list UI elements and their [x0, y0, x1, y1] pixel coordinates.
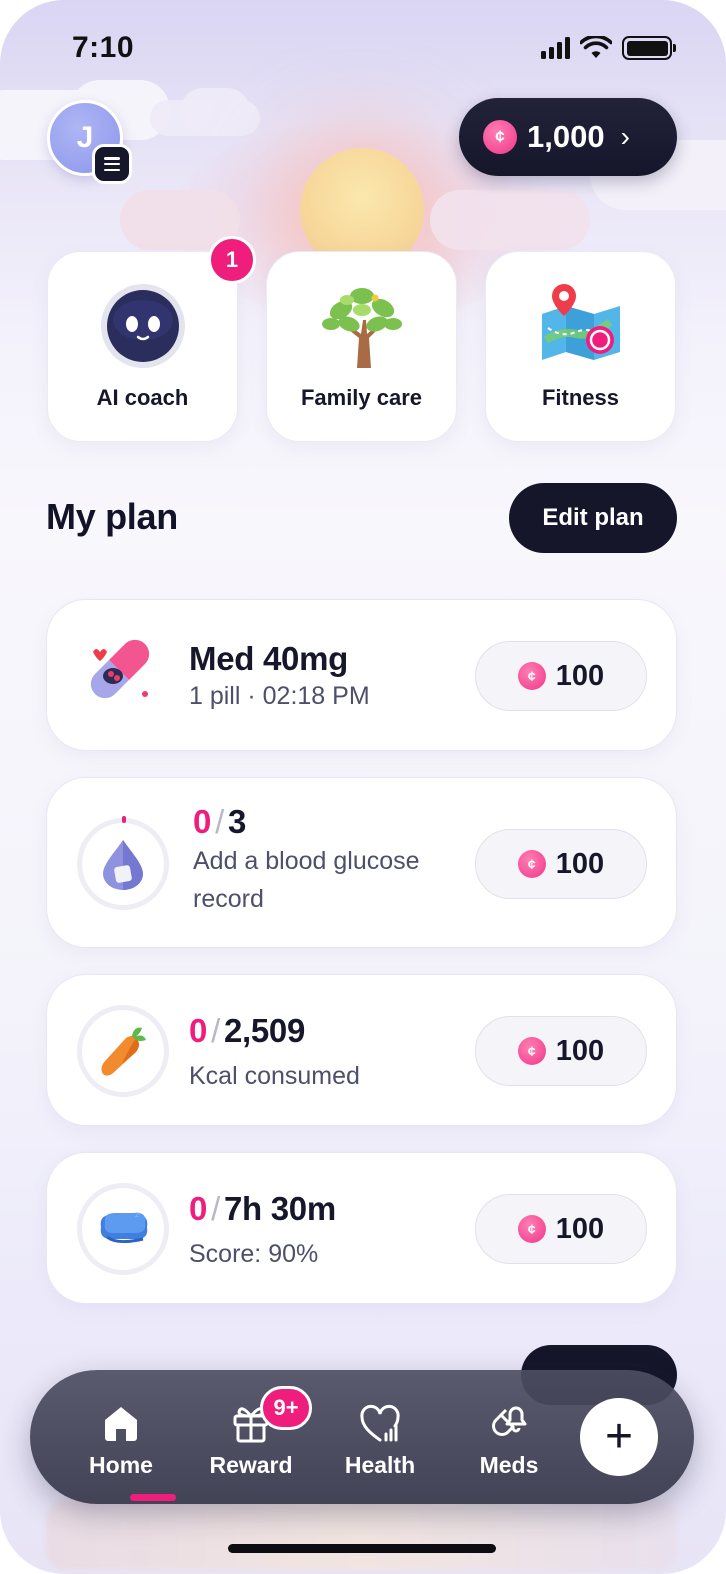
chevron-right-icon: ›	[620, 121, 630, 152]
reward-value: 100	[555, 1212, 605, 1245]
wifi-icon	[580, 36, 612, 58]
heart-chart-icon	[360, 1404, 400, 1442]
status-icons	[541, 36, 676, 60]
nav-label: Reward	[209, 1452, 293, 1478]
reward-button[interactable]: ¢ 100	[475, 1016, 647, 1086]
coin-icon: ¢	[517, 1215, 546, 1243]
tile-label: Family care	[300, 385, 423, 410]
plan-item-subtitle: Score: 90%	[189, 1240, 319, 1268]
progress-current: 0	[189, 1012, 208, 1049]
progress-ring	[77, 816, 169, 910]
app-screen: 7:10 J ¢ 1,000 › AI coach 1 Family care …	[0, 0, 726, 1574]
coin-icon: ¢	[483, 120, 517, 154]
plan-item-subtitle: Add a blood glucose record	[193, 842, 420, 918]
carrot-icon	[101, 1027, 146, 1076]
coin-icon: ¢	[517, 850, 546, 878]
nav-label: Meds	[479, 1452, 539, 1478]
signal-icon	[541, 37, 570, 59]
tile-label: Fitness	[541, 385, 620, 410]
reward-button[interactable]: ¢ 100	[475, 1194, 647, 1264]
plan-item-calories[interactable]: 0/2,509 Kcal consumed ¢ 100	[46, 974, 677, 1126]
add-button[interactable]: +	[580, 1398, 658, 1476]
obscured-content	[46, 1500, 677, 1570]
battery-icon	[622, 36, 676, 60]
reward-value: 100	[555, 847, 605, 880]
pill-bell-icon	[492, 1406, 527, 1436]
reward-value: 100	[555, 1034, 605, 1067]
status-time: 7:10	[72, 31, 135, 64]
plan-item-subtitle: Kcal consumed	[189, 1062, 360, 1090]
subtitle-line: record	[193, 885, 264, 913]
coin-icon: ¢	[517, 1037, 546, 1065]
subtitle-line: Add a blood glucose	[193, 847, 420, 875]
nav-home[interactable]: Home	[66, 1400, 176, 1479]
nav-label: Health	[344, 1452, 416, 1478]
progress-ring: z	[77, 1183, 169, 1275]
progress-target: 2,509	[223, 1012, 306, 1049]
robot-icon	[100, 284, 185, 368]
coin-balance-button[interactable]: ¢ 1,000 ›	[459, 98, 677, 176]
progress-target: 7h 30m	[223, 1190, 336, 1227]
progress-current: 0	[193, 803, 212, 840]
reward-button[interactable]: ¢ 100	[475, 641, 647, 711]
plan-item-title: Med 40mg	[189, 640, 348, 677]
coin-balance: 1,000	[527, 119, 605, 154]
coin-icon: ¢	[517, 662, 546, 690]
reward-value: 100	[555, 659, 605, 692]
reward-notification-badge: 9+	[260, 1386, 312, 1430]
active-tab-indicator	[130, 1494, 176, 1501]
blood-drop-icon	[103, 840, 143, 890]
fitness-tile[interactable]: Fitness	[485, 251, 676, 442]
map-pin-icon	[541, 284, 620, 360]
progress-target: 3	[227, 803, 246, 840]
nav-meds[interactable]: Meds	[454, 1400, 564, 1479]
nav-health[interactable]: Health	[325, 1400, 435, 1479]
pillow-icon: z	[100, 1210, 148, 1244]
pill-icon	[90, 639, 150, 699]
nav-label: Home	[89, 1452, 153, 1478]
family-care-tile[interactable]: Family care	[266, 251, 457, 442]
section-title: My plan	[46, 496, 178, 537]
ai-coach-tile[interactable]: AI coach	[47, 251, 238, 442]
home-indicator	[228, 1544, 496, 1553]
progress-current: 0	[189, 1190, 208, 1227]
plan-item-blood-glucose[interactable]: 0/3 Add a blood glucose record ¢ 100	[46, 777, 677, 948]
plan-item-medication[interactable]: Med 40mg 1 pill · 02:18 PM ¢ 100	[46, 599, 677, 751]
home-icon	[105, 1407, 137, 1441]
reward-button[interactable]: ¢ 100	[475, 829, 647, 899]
svg-text:z: z	[135, 1210, 139, 1219]
tree-icon	[321, 288, 402, 368]
ai-coach-notification-badge: 1	[208, 236, 256, 284]
plan-item-sleep[interactable]: z 0/7h 30m Score: 90% ¢ 100	[46, 1152, 677, 1304]
tile-label: AI coach	[96, 385, 189, 410]
edit-plan-button[interactable]: Edit plan	[509, 483, 677, 553]
plan-item-subtitle: 1 pill · 02:18 PM	[189, 682, 370, 710]
progress-ring	[77, 1005, 169, 1097]
menu-icon[interactable]	[92, 144, 132, 184]
